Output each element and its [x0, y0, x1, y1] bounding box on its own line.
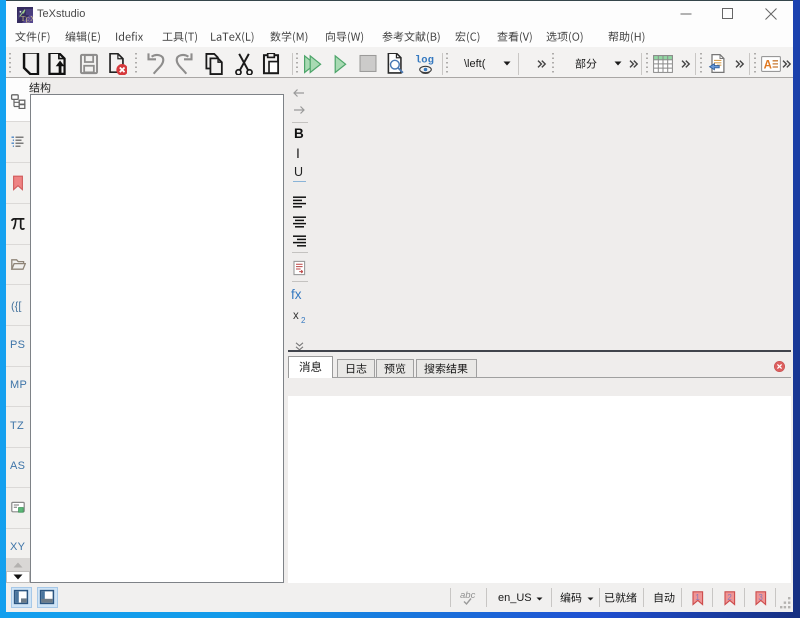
svg-text:abc: abc — [460, 590, 476, 601]
svg-text:1: 1 — [695, 593, 700, 602]
svg-text:A: A — [764, 59, 772, 71]
svg-text:TEX: TEX — [21, 14, 33, 23]
svg-text:({[: ({[ — [11, 301, 21, 313]
svg-text:3: 3 — [758, 593, 763, 602]
svg-text:2: 2 — [727, 593, 732, 602]
svg-text:log: log — [415, 55, 434, 67]
